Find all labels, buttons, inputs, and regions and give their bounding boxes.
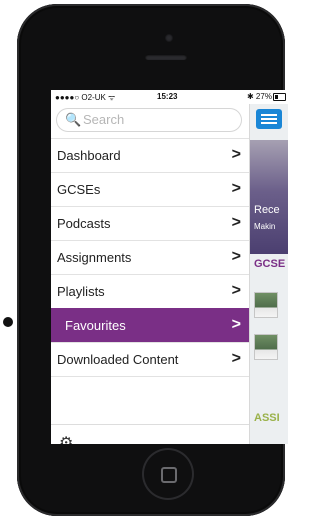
hamburger-line (261, 122, 277, 124)
menu-item-label: Podcasts (57, 216, 111, 231)
menu-item-label: Assignments (57, 250, 132, 265)
menu-item-dashboard[interactable]: Dashboard > (51, 138, 249, 172)
hero-subtitle: Makin (254, 222, 276, 231)
status-bar: ●●●●○ O2-UK ᯤ 15:23 ✱ 27% (51, 90, 288, 104)
front-camera (165, 34, 173, 42)
menu-item-assignments[interactable]: Assignments > (51, 240, 249, 274)
hero-title: Rece (254, 204, 280, 216)
hamburger-icon[interactable] (256, 109, 282, 129)
hamburger-line (261, 118, 277, 120)
bullet-marker (3, 317, 13, 327)
menu-item-podcasts[interactable]: Podcasts > (51, 206, 249, 240)
side-menu: 🔍 Search Dashboard > GCSEs > Podcasts > … (51, 104, 249, 444)
clock: 15:23 (157, 92, 178, 101)
search-bar: 🔍 Search (51, 104, 249, 138)
chevron-right-icon: > (231, 282, 241, 299)
menu-item-label: GCSEs (57, 182, 101, 197)
main-content-peek: Rece Makin GCSE ASSI (249, 104, 288, 444)
chevron-right-icon: > (231, 214, 241, 231)
menu-item-label: Dashboard (57, 148, 121, 163)
chevron-right-icon: > (231, 146, 241, 163)
chevron-right-icon: > (231, 180, 241, 197)
chevron-right-icon: > (231, 350, 241, 367)
search-input[interactable]: 🔍 Search (57, 109, 241, 131)
section-title-gcse: GCSE (254, 258, 286, 270)
gear-icon[interactable]: ⚙ (59, 433, 73, 444)
menu-item-downloaded-content[interactable]: Downloaded Content > (51, 342, 249, 376)
phone-screen: ●●●●○ O2-UK ᯤ 15:23 ✱ 27% 🔍 Search Dashb… (51, 90, 288, 444)
menu-item-playlists[interactable]: Playlists > (51, 274, 249, 308)
earpiece-speaker (145, 54, 187, 60)
content-thumbnail[interactable] (254, 292, 278, 318)
chevron-right-icon: > (231, 248, 241, 265)
phone-frame: ●●●●○ O2-UK ᯤ 15:23 ✱ 27% 🔍 Search Dashb… (17, 4, 288, 516)
menu-bottom-bar: ⚙ (51, 424, 249, 444)
content-thumbnail[interactable] (254, 334, 278, 360)
menu-item-favourites[interactable]: Favourites > (51, 308, 249, 342)
home-square-icon (161, 467, 177, 483)
hero-banner[interactable]: Rece Makin (250, 140, 288, 254)
battery-percent: ✱ 27% (247, 92, 272, 101)
menu-item-label: Downloaded Content (57, 352, 179, 367)
search-icon: 🔍 (65, 112, 82, 127)
chevron-right-icon: > (231, 316, 241, 333)
menu-divider (51, 376, 249, 378)
menu-item-label: Playlists (57, 284, 105, 299)
home-button[interactable] (142, 448, 194, 500)
menu-item-gcses[interactable]: GCSEs > (51, 172, 249, 206)
section-title-assignments: ASSI (254, 412, 280, 424)
hamburger-line (261, 114, 277, 116)
menu-item-label: Favourites (65, 318, 126, 333)
battery-icon (273, 93, 286, 101)
search-placeholder: Search (83, 112, 125, 127)
carrier-label: ●●●●○ O2-UK ᯤ (55, 93, 116, 102)
